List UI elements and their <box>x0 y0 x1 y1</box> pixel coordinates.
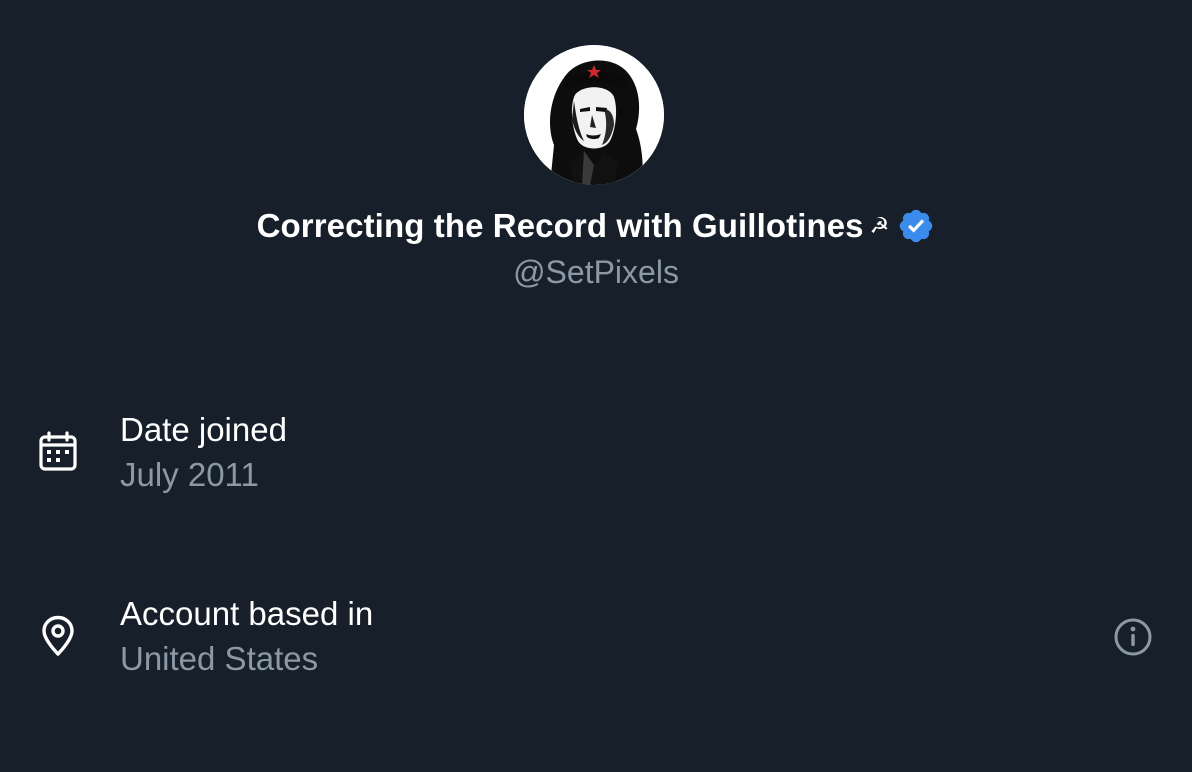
account-location-label: Account based in <box>120 595 374 632</box>
hammer-sickle-emoji: ☭ <box>869 213 890 239</box>
profile-avatar[interactable] <box>524 45 664 185</box>
location-pin-icon <box>36 614 80 658</box>
verified-badge-icon[interactable] <box>897 207 935 245</box>
display-name: Correcting the Record with Guillotines <box>256 207 864 244</box>
profile-name-row: Correcting the Record with Guillotines ☭ <box>0 204 1192 248</box>
info-icon[interactable] <box>1110 614 1156 660</box>
date-joined-value: July 2011 <box>120 456 259 493</box>
calendar-icon <box>36 430 80 474</box>
account-location-value: United States <box>120 640 319 677</box>
date-joined-label: Date joined <box>120 411 287 448</box>
profile-handle: @SetPixels <box>513 254 679 290</box>
